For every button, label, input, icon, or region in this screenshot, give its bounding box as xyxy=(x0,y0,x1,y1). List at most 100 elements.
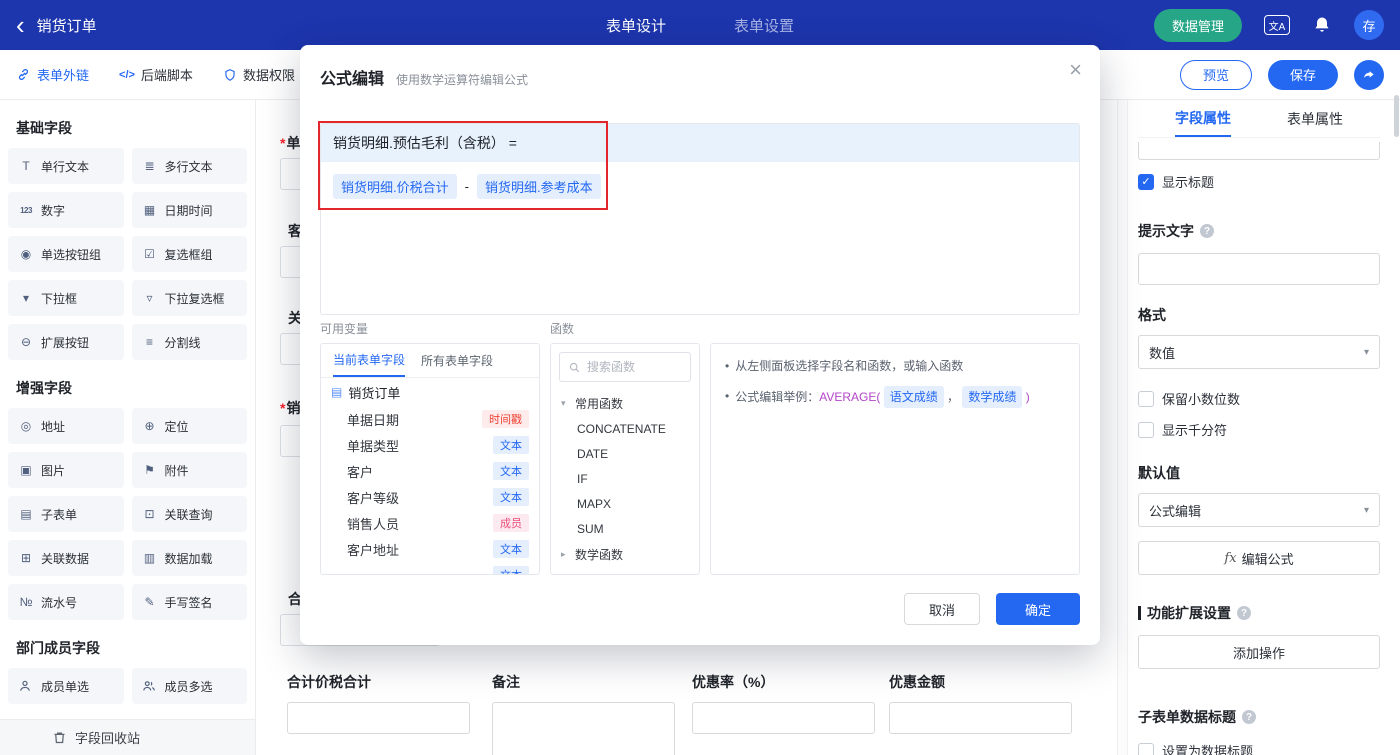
function-item[interactable]: SUM xyxy=(551,516,699,541)
field-attachment[interactable]: ⚑ 附件 xyxy=(131,452,247,488)
help-icon[interactable]: ? xyxy=(1200,224,1214,238)
field-related-data[interactable]: ⊞ 关联数据 xyxy=(8,540,124,576)
field-recycle-bin[interactable]: 字段回收站 xyxy=(0,719,255,755)
function-item[interactable]: DATE xyxy=(551,441,699,466)
data-manage-button[interactable]: 数据管理 xyxy=(1153,8,1242,42)
function-group-math[interactable]: ▸ 数学函数 xyxy=(551,541,699,567)
field-input[interactable] xyxy=(889,702,1072,734)
function-item[interactable]: MAPX xyxy=(551,491,699,516)
form-external-link-item[interactable]: 表单外链 xyxy=(16,65,89,84)
function-search-input[interactable] xyxy=(587,360,682,374)
checkbox-set-data-title[interactable] xyxy=(1138,742,1154,755)
ext-settings-header: 功能扩展设置 ? xyxy=(1138,603,1380,623)
canvas-field-discount-rate[interactable]: 优惠率（%） xyxy=(692,672,875,734)
variable-row[interactable]: 客户地址 文本 xyxy=(321,536,539,562)
field-address[interactable]: ◎ 地址 xyxy=(8,408,124,444)
tab-field-properties[interactable]: 字段属性 xyxy=(1175,100,1231,137)
example-chip-2: 数学成绩 xyxy=(962,386,1023,408)
help-icon[interactable]: ? xyxy=(1237,606,1251,620)
field-location[interactable]: ⊕ 定位 xyxy=(131,408,247,444)
variable-row[interactable]: 单据类型 文本 xyxy=(321,432,539,458)
function-search[interactable] xyxy=(559,352,691,382)
field-image[interactable]: ▣ 图片 xyxy=(8,452,124,488)
tab-current-form-fields[interactable]: 当前表单字段 xyxy=(333,344,406,377)
field-member-multi[interactable]: 成员多选 xyxy=(131,668,247,704)
variable-row[interactable]: 文本 xyxy=(321,562,539,574)
tab-form-design[interactable]: 表单设计 xyxy=(606,15,666,36)
cancel-button[interactable]: 取消 xyxy=(904,593,980,625)
field-radio-group[interactable]: ◉ 单选按钮组 xyxy=(8,236,124,272)
backend-script-item[interactable]: </> 后端脚本 xyxy=(119,65,193,84)
variable-row[interactable]: 单据日期 时间戳 xyxy=(321,406,539,432)
checkbox-icon: ☑ xyxy=(144,247,155,261)
field-checkbox-group[interactable]: ☑ 复选框组 xyxy=(131,236,247,272)
field-serial-number[interactable]: № 流水号 xyxy=(8,584,124,620)
edit-formula-button[interactable]: fx 编辑公式 xyxy=(1138,541,1380,575)
field-subform[interactable]: ▤ 子表单 xyxy=(8,496,124,532)
canvas-scrollbar[interactable] xyxy=(1117,100,1128,755)
field-single-line-text[interactable]: T 单行文本 xyxy=(8,148,124,184)
preview-button[interactable]: 预览 xyxy=(1179,59,1252,90)
show-title-row[interactable]: ✓ 显示标题 xyxy=(1138,172,1380,191)
close-icon[interactable]: × xyxy=(1069,59,1082,81)
field-related-query[interactable]: ⊡ 关联查询 xyxy=(131,496,247,532)
variable-row[interactable]: 客户 文本 xyxy=(321,458,539,484)
variable-row[interactable]: 客户等级 文本 xyxy=(321,484,539,510)
function-group-text[interactable]: ▸ 文本函数 xyxy=(551,567,699,575)
save-button[interactable]: 保存 xyxy=(1267,59,1338,90)
canvas-field-total[interactable]: 合计价税合计 xyxy=(287,672,470,734)
variable-row[interactable]: 销售人员 成员 xyxy=(321,510,539,536)
field-type-tag: 文本 xyxy=(493,566,529,574)
clipped-title-input[interactable] xyxy=(1138,142,1380,160)
section-title-enhanced: 增强字段 xyxy=(16,380,72,396)
help-icon[interactable]: ? xyxy=(1242,710,1256,724)
field-datetime[interactable]: ▦ 日期时间 xyxy=(131,192,247,228)
field-data-load[interactable]: ▥ 数据加载 xyxy=(131,540,247,576)
set-data-title-row[interactable]: 设置为数据标题 xyxy=(1138,741,1380,755)
checkbox-show-title[interactable]: ✓ xyxy=(1138,173,1154,190)
field-input[interactable] xyxy=(692,702,875,734)
field-input[interactable] xyxy=(287,702,470,734)
field-multi-line-text[interactable]: ≣ 多行文本 xyxy=(131,148,247,184)
field-extend-button[interactable]: ⊖ 扩展按钮 xyxy=(8,324,124,360)
tab-form-properties[interactable]: 表单属性 xyxy=(1287,100,1343,137)
language-icon[interactable]: 文A xyxy=(1264,15,1290,35)
field-input[interactable] xyxy=(492,702,675,755)
field-number[interactable]: 123 数字 xyxy=(8,192,124,228)
formula-editor-area[interactable]: 销货明细.预估毛利（含税） = 销货明细.价税合计 - 销货明细.参考成本 xyxy=(320,123,1080,315)
variables-root[interactable]: ▤ 销货订单 xyxy=(321,378,539,406)
multi-line-text-icon: ≣ xyxy=(144,159,155,173)
avatar[interactable]: 存 xyxy=(1354,10,1384,40)
keep-decimal-row[interactable]: 保留小数位数 xyxy=(1138,389,1380,408)
back-icon[interactable]: ‹ xyxy=(16,12,25,38)
field-divider[interactable]: ≡ 分割线 xyxy=(131,324,247,360)
checkbox-keep-decimal[interactable] xyxy=(1138,390,1154,407)
function-item[interactable]: IF xyxy=(551,466,699,491)
hint-text-input[interactable] xyxy=(1138,253,1380,285)
thousand-sep-row[interactable]: 显示千分符 xyxy=(1138,420,1380,439)
checkbox-thousand-sep[interactable] xyxy=(1138,421,1154,438)
formula-token-operand1[interactable]: 销货明细.价税合计 xyxy=(333,174,457,199)
modal-subtitle: 使用数学运算符编辑公式 xyxy=(396,73,529,87)
formula-token-operand2[interactable]: 销货明细.参考成本 xyxy=(476,174,601,199)
field-signature[interactable]: ✎ 手写签名 xyxy=(131,584,247,620)
formula-expression[interactable]: 销货明细.价税合计 - 销货明细.参考成本 xyxy=(321,162,1079,211)
confirm-button[interactable]: 确定 xyxy=(996,593,1080,625)
add-action-button[interactable]: 添加操作 xyxy=(1138,635,1380,669)
canvas-field-remark[interactable]: 备注 xyxy=(492,672,675,755)
field-dropdown[interactable]: ▾ 下拉框 xyxy=(8,280,124,316)
format-select[interactable]: 数值 ▾ xyxy=(1138,335,1380,369)
function-item[interactable]: CONCATENATE xyxy=(551,416,699,441)
canvas-field-discount-amount[interactable]: 优惠金额 xyxy=(889,672,1072,734)
function-group-common[interactable]: ▾ 常用函数 xyxy=(551,390,699,416)
data-permission-item[interactable]: 数据权限 xyxy=(223,65,295,84)
bell-icon[interactable] xyxy=(1312,15,1332,35)
tab-form-settings[interactable]: 表单设置 xyxy=(734,15,794,36)
field-member-single[interactable]: 成员单选 xyxy=(8,668,124,704)
field-label: 备注 xyxy=(492,674,520,690)
default-value-select[interactable]: 公式编辑 ▾ xyxy=(1138,493,1380,527)
field-dropdown-multi[interactable]: ▿ 下拉复选框 xyxy=(131,280,247,316)
panel-scrollbar-thumb[interactable] xyxy=(1394,95,1399,137)
tab-all-form-fields[interactable]: 所有表单字段 xyxy=(421,344,493,377)
share-button[interactable] xyxy=(1354,59,1384,90)
